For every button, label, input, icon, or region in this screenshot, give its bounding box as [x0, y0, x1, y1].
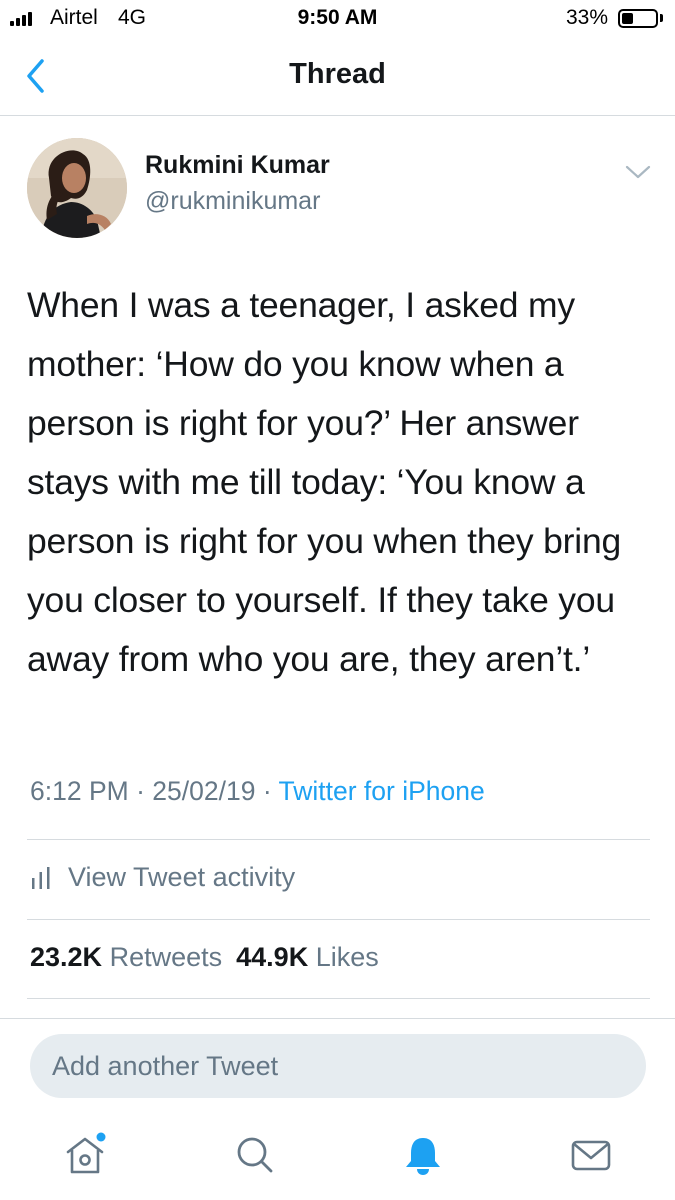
messages-icon	[571, 1140, 611, 1171]
retweets-label: Retweets	[109, 942, 223, 972]
view-tweet-activity-button[interactable]: View Tweet activity	[30, 862, 295, 893]
nav-bar: Thread	[0, 40, 675, 116]
author-handle[interactable]: @rukminikumar	[145, 187, 320, 216]
divider	[27, 839, 650, 840]
analytics-icon	[32, 866, 50, 889]
tab-notifications[interactable]	[398, 1130, 448, 1180]
meta-separator: ·	[136, 776, 145, 806]
tweet-options-button[interactable]	[622, 160, 654, 184]
tweet-text: When I was a teenager, I asked my mother…	[27, 285, 622, 679]
tab-messages[interactable]	[566, 1130, 616, 1180]
search-icon	[237, 1137, 273, 1173]
battery-level	[622, 13, 633, 24]
activity-label: View Tweet activity	[68, 862, 296, 892]
likes-link[interactable]: 44.9K Likes	[236, 942, 379, 972]
tab-home[interactable]	[60, 1130, 110, 1180]
home-icon	[66, 1132, 106, 1174]
page-title: Thread	[289, 58, 386, 90]
tweet-source-link[interactable]: Twitter for iPhone	[279, 776, 485, 806]
divider	[27, 919, 650, 920]
status-bar: Airtel 4G 9:50 AM 33%	[0, 0, 675, 40]
meta-separator: ·	[262, 776, 272, 806]
compose-divider	[0, 1018, 675, 1019]
likes-label: Likes	[315, 942, 379, 972]
avatar[interactable]	[27, 138, 127, 238]
likes-count: 44.9K	[236, 942, 309, 972]
add-another-tweet-input[interactable]: Add another Tweet	[30, 1034, 646, 1098]
tweet-time: 6:12 PM	[30, 776, 129, 806]
divider	[27, 998, 650, 999]
battery-icon	[618, 9, 658, 28]
tweet-stats: 23.2K Retweets 44.9K Likes	[30, 942, 379, 973]
tweet-date: 25/02/19	[152, 776, 256, 806]
tweet-meta: 6:12 PM · 25/02/19 · Twitter for iPhone	[30, 776, 485, 807]
tab-search[interactable]	[230, 1130, 280, 1180]
retweets-link[interactable]: 23.2K Retweets	[30, 942, 222, 972]
retweets-count: 23.2K	[30, 942, 103, 972]
profile-photo	[27, 138, 127, 238]
battery-percent: 33%	[566, 6, 609, 29]
author-name[interactable]: Rukmini Kumar	[145, 151, 330, 180]
chevron-down-icon	[625, 165, 651, 179]
battery-tip	[660, 14, 663, 22]
notifications-icon	[406, 1138, 440, 1175]
